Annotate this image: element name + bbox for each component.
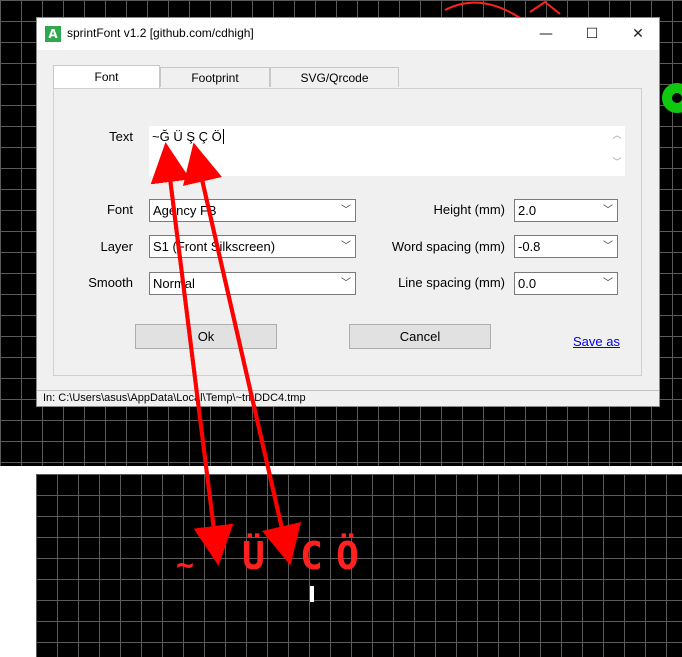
annotation-arrows [150, 142, 302, 566]
arrow-to-c [196, 161, 302, 566]
arrow-to-tilde [166, 161, 234, 566]
